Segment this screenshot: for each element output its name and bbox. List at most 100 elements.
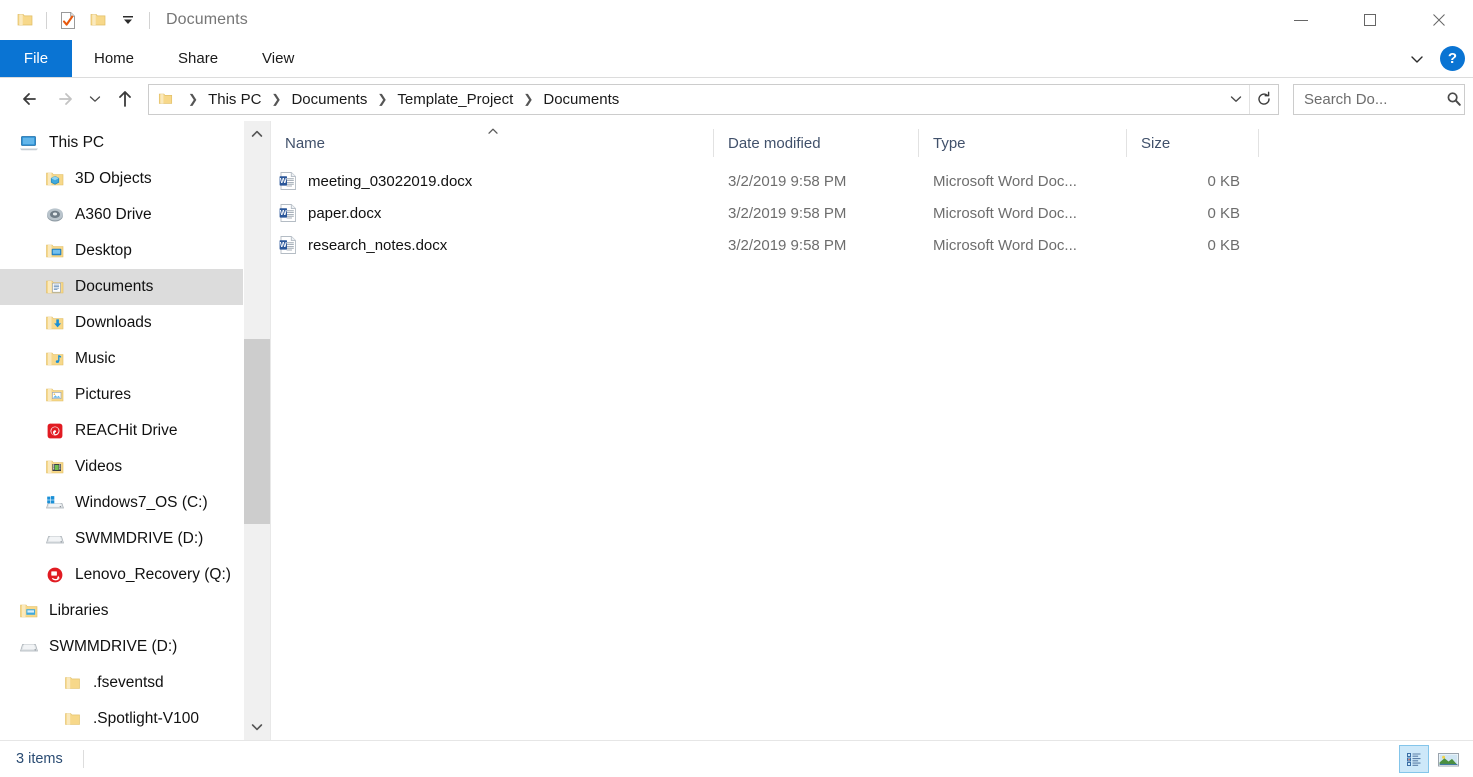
column-header-size[interactable]: Size bbox=[1127, 121, 1259, 165]
sidebar-item-lenovo-recovery-q[interactable]: Lenovo_Recovery (Q:) bbox=[0, 557, 270, 593]
sidebar-item-label: Pictures bbox=[75, 386, 131, 403]
sidebar-item-documents[interactable]: Documents bbox=[0, 269, 270, 305]
column-header-label: Name bbox=[285, 134, 326, 152]
folder-downloads-icon bbox=[44, 312, 66, 334]
breadcrumb-item-this-pc[interactable]: This PC bbox=[206, 91, 263, 108]
close-button[interactable] bbox=[1404, 0, 1473, 40]
table-row[interactable]: W meeting_03022019.docx 3/2/2019 9:58 PM… bbox=[271, 165, 1473, 197]
new-folder-icon[interactable] bbox=[83, 5, 113, 35]
sidebar-item-desktop[interactable]: Desktop bbox=[0, 233, 270, 269]
table-row[interactable]: W paper.docx 3/2/2019 9:58 PM Microsoft … bbox=[271, 197, 1473, 229]
breadcrumb-item-documents-current[interactable]: Documents bbox=[541, 91, 621, 108]
scrollbar-thumb[interactable] bbox=[244, 339, 270, 524]
file-date-cell: 3/2/2019 9:58 PM bbox=[728, 236, 847, 254]
breadcrumb-bar[interactable]: ❯ This PC ❯ Documents ❯ Template_Project… bbox=[148, 83, 1279, 115]
sidebar-item-swmmdrive-d-root[interactable]: SWMMDRIVE (D:) bbox=[0, 629, 270, 665]
details-view-button[interactable] bbox=[1399, 745, 1429, 773]
customize-quick-access-toolbar-icon[interactable] bbox=[113, 5, 143, 35]
libraries-icon bbox=[18, 600, 40, 622]
sidebar-item-swmmdrive-d[interactable]: SWMMDRIVE (D:) bbox=[0, 521, 270, 557]
folder-music-icon bbox=[44, 348, 66, 370]
maximize-button[interactable] bbox=[1335, 0, 1404, 40]
folder-3d-objects-icon bbox=[44, 168, 66, 190]
column-header-name[interactable]: Name bbox=[271, 121, 714, 165]
folder-videos-icon bbox=[44, 456, 66, 478]
this-pc-icon bbox=[18, 132, 40, 154]
breadcrumb-separator-2[interactable]: ❯ bbox=[369, 92, 395, 106]
sidebar-item-pictures[interactable]: Pictures bbox=[0, 377, 270, 413]
sidebar-item-libraries[interactable]: Libraries bbox=[0, 593, 270, 629]
item-count: 3 items bbox=[16, 751, 63, 767]
file-name-cell: W meeting_03022019.docx bbox=[271, 170, 714, 192]
help-button[interactable]: ? bbox=[1440, 46, 1465, 71]
sidebar-item-music[interactable]: Music bbox=[0, 341, 270, 377]
refresh-icon[interactable] bbox=[1249, 84, 1278, 114]
explorer-body: This PC 3D Objects A360 Drive Desktop Do… bbox=[0, 120, 1473, 740]
sort-ascending-icon bbox=[486, 123, 500, 140]
large-icons-view-button[interactable] bbox=[1433, 745, 1463, 773]
file-type-cell: Microsoft Word Doc... bbox=[933, 204, 1077, 222]
sidebar-item-reachit-drive[interactable]: REACHit Drive bbox=[0, 413, 270, 449]
minimize-button[interactable] bbox=[1266, 0, 1335, 40]
folder-tree: This PC 3D Objects A360 Drive Desktop Do… bbox=[0, 121, 270, 737]
sidebar-item-spotlight-v100[interactable]: .Spotlight-V100 bbox=[0, 701, 270, 737]
previous-locations-icon[interactable] bbox=[1223, 85, 1249, 114]
drive-icon bbox=[18, 636, 40, 658]
back-button[interactable] bbox=[14, 82, 48, 116]
windows-drive-icon bbox=[44, 492, 66, 514]
drive-icon bbox=[44, 528, 66, 550]
scroll-up-icon[interactable] bbox=[244, 121, 270, 147]
breadcrumb-item-documents[interactable]: Documents bbox=[289, 91, 369, 108]
quick-access-toolbar bbox=[0, 0, 156, 40]
search-icon[interactable] bbox=[1443, 85, 1464, 114]
recent-locations-button[interactable] bbox=[82, 82, 108, 116]
breadcrumb-separator-1[interactable]: ❯ bbox=[263, 92, 289, 106]
folder-desktop-icon bbox=[44, 240, 66, 262]
tab-share[interactable]: Share bbox=[156, 40, 240, 77]
chevron-down-icon[interactable] bbox=[1404, 46, 1430, 72]
window-controls bbox=[1266, 0, 1473, 40]
sidebar-item-label: Documents bbox=[75, 278, 154, 295]
breadcrumb: ❯ This PC ❯ Documents ❯ Template_Project… bbox=[180, 91, 1223, 108]
folder-pictures-icon bbox=[44, 384, 66, 406]
column-header-date-modified[interactable]: Date modified bbox=[714, 121, 919, 165]
sidebar-item-label: Libraries bbox=[49, 602, 109, 619]
breadcrumb-folder-icon bbox=[157, 91, 174, 107]
table-row[interactable]: W research_notes.docx 3/2/2019 9:58 PM M… bbox=[271, 229, 1473, 261]
tab-file[interactable]: File bbox=[0, 40, 72, 77]
navigation-pane-scrollbar[interactable] bbox=[243, 121, 270, 740]
search-input[interactable] bbox=[1294, 83, 1444, 115]
sidebar-item-this-pc[interactable]: This PC bbox=[0, 125, 270, 161]
tab-home[interactable]: Home bbox=[72, 40, 156, 77]
column-header-label: Size bbox=[1141, 134, 1171, 152]
sidebar-item-a360-drive[interactable]: A360 Drive bbox=[0, 197, 270, 233]
sidebar-item-downloads[interactable]: Downloads bbox=[0, 305, 270, 341]
ribbon-tab-bar: File Home Share View ? bbox=[0, 40, 1473, 78]
word-document-icon: W bbox=[277, 234, 299, 256]
sidebar-item-fseventsd[interactable]: .fseventsd bbox=[0, 665, 270, 701]
sidebar-item-label: A360 Drive bbox=[75, 206, 152, 223]
scroll-down-icon[interactable] bbox=[244, 714, 270, 740]
properties-icon[interactable] bbox=[53, 5, 83, 35]
breadcrumb-separator-0: ❯ bbox=[188, 92, 199, 106]
file-name: paper.docx bbox=[308, 204, 382, 222]
toolbar-separator bbox=[46, 11, 47, 29]
breadcrumb-item-template-project[interactable]: Template_Project bbox=[395, 91, 515, 108]
folder-icon[interactable] bbox=[10, 5, 40, 35]
window-title: Documents bbox=[166, 11, 248, 28]
up-button[interactable] bbox=[108, 82, 142, 116]
tab-view[interactable]: View bbox=[240, 40, 316, 77]
forward-button[interactable] bbox=[48, 82, 82, 116]
sidebar-item-label: Windows7_OS (C:) bbox=[75, 494, 208, 511]
sidebar-item-3d-objects[interactable]: 3D Objects bbox=[0, 161, 270, 197]
sidebar-item-videos[interactable]: Videos bbox=[0, 449, 270, 485]
sidebar-item-windows7-os-c[interactable]: Windows7_OS (C:) bbox=[0, 485, 270, 521]
column-header-type[interactable]: Type bbox=[919, 121, 1127, 165]
navigation-pane: This PC 3D Objects A360 Drive Desktop Do… bbox=[0, 121, 270, 740]
word-document-icon: W bbox=[277, 202, 299, 224]
reachit-drive-icon bbox=[44, 420, 66, 442]
search-box[interactable] bbox=[1293, 83, 1465, 115]
breadcrumb-separator-3[interactable]: ❯ bbox=[515, 92, 541, 106]
svg-text:W: W bbox=[280, 208, 287, 217]
title-bar: Documents bbox=[0, 0, 1473, 40]
